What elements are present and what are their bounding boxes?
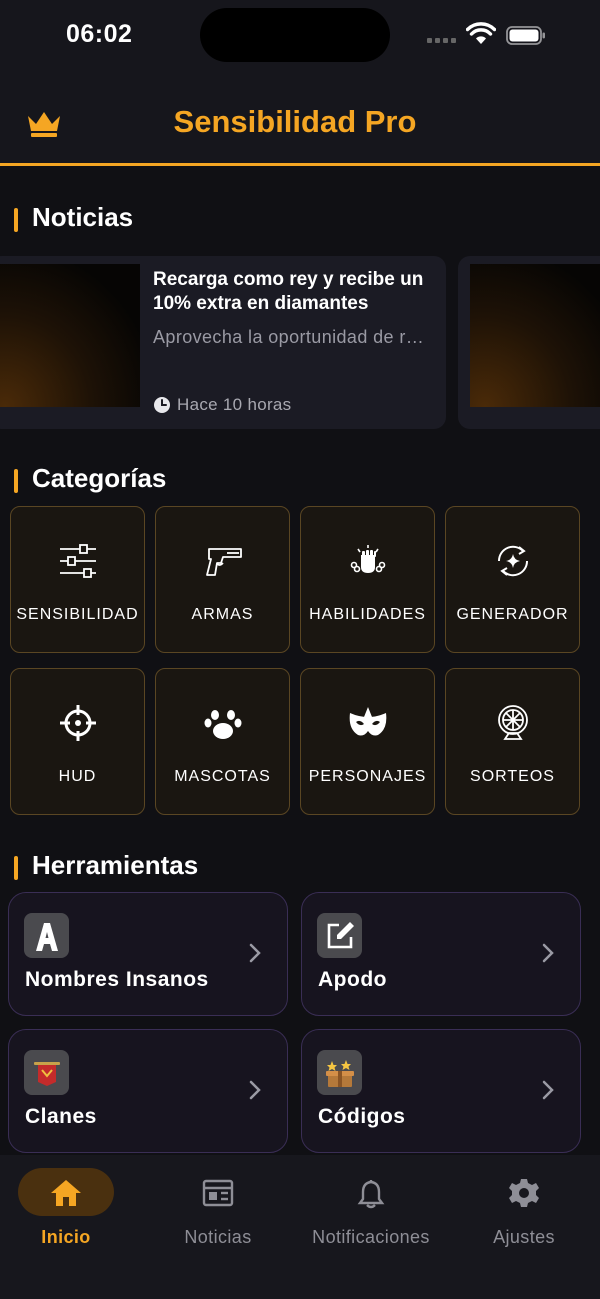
app-title: Sensibilidad Pro bbox=[173, 104, 417, 139]
category-label: HABILIDADES bbox=[309, 606, 426, 623]
paw-icon bbox=[204, 710, 242, 739]
nav-label: Ajustes bbox=[493, 1227, 555, 1247]
wheel-icon bbox=[498, 705, 528, 740]
chevron-right-icon bbox=[542, 1080, 554, 1100]
section-title-news: Noticias bbox=[14, 202, 133, 233]
chevron-right-icon bbox=[542, 943, 554, 963]
category-personajes[interactable]: PERSONAJES bbox=[300, 668, 435, 815]
section-title-categories: Categorías bbox=[14, 463, 166, 494]
news-time: Hace 10 horas bbox=[153, 395, 291, 415]
battery-icon bbox=[506, 26, 545, 45]
app-header: Sensibilidad Pro bbox=[0, 72, 600, 166]
nav-item-notificaciones[interactable]: Notificaciones bbox=[296, 1155, 446, 1265]
nav-item-inicio[interactable]: Inicio bbox=[0, 1155, 150, 1265]
category-sensibilidad[interactable]: SENSIBILIDAD bbox=[10, 506, 145, 653]
crosshair-icon bbox=[60, 705, 96, 741]
chevron-right-icon bbox=[249, 943, 261, 963]
news-card[interactable]: Recarga como rey y recibe un 10% extra e… bbox=[0, 256, 446, 429]
letter-a-icon bbox=[24, 913, 69, 958]
tool-clanes[interactable]: Clanes bbox=[8, 1029, 288, 1153]
category-armas[interactable]: ARMAS bbox=[155, 506, 290, 653]
news-card-next[interactable] bbox=[458, 256, 600, 429]
nav-item-noticias[interactable]: Noticias bbox=[143, 1155, 293, 1265]
mask-icon bbox=[349, 707, 387, 736]
status-time: 06:02 bbox=[66, 20, 133, 48]
tool-codigos[interactable]: Códigos bbox=[301, 1029, 581, 1153]
category-label: PERSONAJES bbox=[308, 768, 427, 785]
home-icon bbox=[51, 1180, 81, 1206]
category-label: GENERADOR bbox=[456, 606, 569, 623]
tool-label: Códigos bbox=[318, 1105, 406, 1128]
gift-box-icon bbox=[317, 1050, 362, 1095]
refresh-sparkle-icon bbox=[497, 545, 529, 577]
section-title-tools: Herramientas bbox=[14, 850, 198, 881]
category-label: ARMAS bbox=[191, 606, 254, 623]
category-sorteos[interactable]: SORTEOS bbox=[445, 668, 580, 815]
nav-label: Noticias bbox=[184, 1227, 252, 1247]
clock-icon bbox=[154, 397, 170, 413]
tool-label: Apodo bbox=[318, 968, 387, 991]
category-label: MASCOTAS bbox=[174, 768, 271, 785]
pistol-icon bbox=[206, 548, 242, 576]
news-image bbox=[470, 264, 600, 407]
category-label: SORTEOS bbox=[470, 768, 555, 785]
category-hud[interactable]: HUD bbox=[10, 668, 145, 815]
tool-label: Nombres Insanos bbox=[25, 968, 209, 991]
banner-icon bbox=[24, 1050, 69, 1095]
status-bar: 06:02 bbox=[0, 0, 600, 72]
category-mascotas[interactable]: MASCOTAS bbox=[155, 668, 290, 815]
nav-label: Inicio bbox=[41, 1227, 91, 1247]
nav-item-ajustes[interactable]: Ajustes bbox=[449, 1155, 599, 1265]
news-description: Aprovecha la oportunidad de recargar bbox=[153, 327, 433, 347]
edit-icon bbox=[317, 913, 362, 958]
news-title: Recarga como rey y recibe un 10% extra e… bbox=[153, 269, 424, 314]
tool-apodo[interactable]: Apodo bbox=[301, 892, 581, 1016]
fist-chain-icon bbox=[350, 545, 386, 573]
tool-label: Clanes bbox=[25, 1105, 97, 1128]
sliders-icon bbox=[60, 544, 96, 578]
category-label: HUD bbox=[58, 768, 97, 785]
wifi-icon bbox=[466, 22, 496, 44]
gear-icon bbox=[509, 1179, 539, 1207]
bottom-nav: Inicio Noticias Notificaciones Ajustes bbox=[0, 1155, 600, 1299]
category-generador[interactable]: GENERADOR bbox=[445, 506, 580, 653]
nav-label: Notificaciones bbox=[312, 1227, 430, 1247]
newspaper-icon bbox=[202, 1179, 234, 1207]
signal-icon bbox=[427, 38, 456, 43]
bell-icon bbox=[357, 1180, 385, 1209]
category-habilidades[interactable]: HABILIDADES bbox=[300, 506, 435, 653]
dynamic-island bbox=[200, 8, 390, 62]
news-image bbox=[0, 264, 140, 407]
chevron-right-icon bbox=[249, 1080, 261, 1100]
category-label: SENSIBILIDAD bbox=[16, 606, 139, 623]
news-time-label: Hace 10 horas bbox=[177, 395, 292, 414]
tool-nombres-insanos[interactable]: Nombres Insanos bbox=[8, 892, 288, 1016]
